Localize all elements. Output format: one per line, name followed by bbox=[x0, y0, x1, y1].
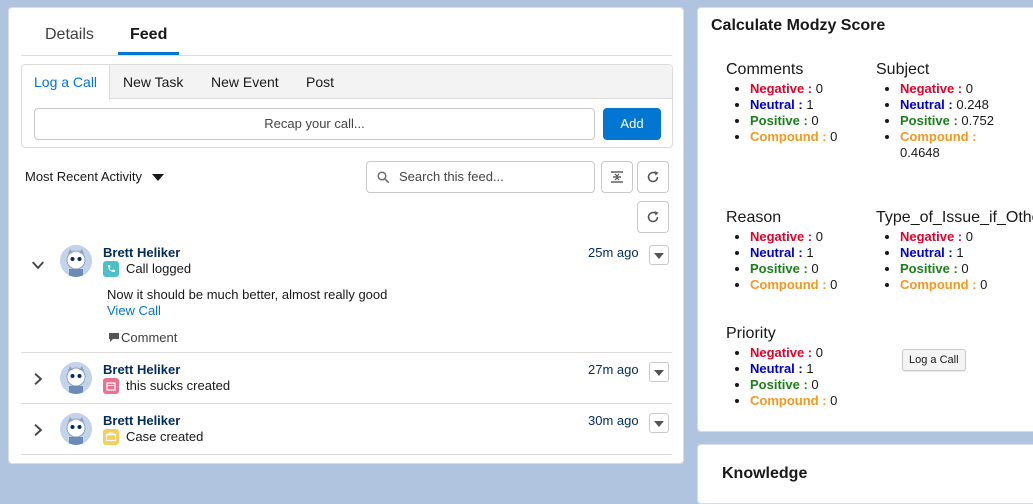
author-link[interactable]: Brett Heliker bbox=[103, 245, 180, 260]
sort-dropdown[interactable]: Most Recent Activity bbox=[25, 169, 165, 184]
avatar[interactable] bbox=[60, 362, 92, 394]
feed-panel: Details Feed Log a Call New Task New Eve… bbox=[8, 7, 684, 464]
tab-new-task[interactable]: New Task bbox=[111, 65, 195, 99]
negative-score: Negative : 0 bbox=[750, 81, 837, 97]
neutral-score: Neutral : 1 bbox=[900, 245, 1033, 261]
activity-type-text: this sucks created bbox=[126, 378, 231, 393]
caret-down-icon bbox=[152, 174, 165, 182]
positive-score: Positive : 0 bbox=[900, 261, 1033, 277]
timestamp-link[interactable]: 30m ago bbox=[588, 413, 639, 428]
log-a-call-button[interactable]: Log a Call bbox=[902, 349, 966, 371]
publisher: Log a Call New Task New Event Post Recap… bbox=[21, 64, 673, 148]
timestamp-link[interactable]: 27m ago bbox=[588, 362, 639, 377]
tab-details[interactable]: Details bbox=[33, 26, 106, 54]
metric-name: Subject bbox=[876, 61, 930, 78]
metric-name: Type_of_Issue_if_Other bbox=[876, 209, 1033, 226]
refresh-feed-button[interactable] bbox=[637, 201, 669, 233]
feed-body-text: Now it should be much better, almost rea… bbox=[107, 287, 388, 302]
comment-icon bbox=[109, 333, 119, 342]
negative-score: Negative : 0 bbox=[900, 229, 1033, 245]
panel-title: Knowledge bbox=[722, 465, 808, 482]
astro-avatar-icon bbox=[60, 245, 92, 277]
metric-priority: Priority Negative : 0 Neutral : 1 Positi… bbox=[726, 325, 837, 409]
neutral-score: Neutral : 1 bbox=[750, 361, 837, 377]
metric-name: Priority bbox=[726, 325, 776, 342]
neutral-score: Neutral : 1 bbox=[750, 245, 837, 261]
astro-avatar-icon bbox=[60, 413, 92, 445]
refresh-icon bbox=[647, 171, 659, 183]
tab-post[interactable]: Post bbox=[294, 65, 346, 99]
tab-new-event[interactable]: New Event bbox=[199, 65, 291, 99]
positive-score: Positive : 0 bbox=[750, 261, 837, 277]
caret-down-icon bbox=[654, 253, 664, 259]
activity-type-text: Call logged bbox=[126, 261, 192, 276]
negative-score: Negative : 0 bbox=[900, 81, 1002, 97]
astro-avatar-icon bbox=[60, 362, 92, 394]
metric-type-of-issue: Type_of_Issue_if_Other Negative : 0 Neut… bbox=[876, 209, 1033, 293]
tab-feed[interactable]: Feed bbox=[118, 26, 180, 55]
positive-score: Positive : 0 bbox=[750, 377, 837, 393]
metric-name: Reason bbox=[726, 209, 782, 226]
item-menu-button[interactable] bbox=[649, 413, 669, 433]
item-menu-button[interactable] bbox=[649, 362, 669, 382]
record-tabs: Details Feed bbox=[21, 8, 672, 56]
avatar[interactable] bbox=[60, 413, 92, 445]
compound-score: Compound : 0.4648 bbox=[900, 129, 1002, 161]
refresh-icon bbox=[647, 211, 659, 223]
compound-score: Compound : 0 bbox=[900, 277, 1033, 293]
view-call-link[interactable]: View Call bbox=[107, 303, 161, 318]
compound-score: Compound : 0 bbox=[750, 277, 837, 293]
search-placeholder: Search this feed... bbox=[399, 169, 504, 184]
comment-button[interactable]: Comment bbox=[107, 330, 177, 345]
feed-search-input[interactable]: Search this feed... bbox=[366, 161, 595, 193]
search-icon bbox=[377, 171, 389, 183]
chevron-right-icon[interactable] bbox=[31, 423, 45, 437]
neutral-score: Neutral : 0.248 bbox=[900, 97, 1002, 113]
feed-item: Brett Heliker this sucks created 27m ago bbox=[21, 353, 672, 404]
compound-score: Compound : 0 bbox=[750, 393, 837, 409]
timestamp-link[interactable]: 25m ago bbox=[588, 245, 639, 260]
comment-label: Comment bbox=[121, 330, 178, 345]
positive-score: Positive : 0 bbox=[750, 113, 837, 129]
recap-input[interactable]: Recap your call... bbox=[34, 108, 595, 140]
caret-down-icon bbox=[654, 421, 664, 427]
case-icon bbox=[103, 429, 119, 445]
activity-type-text: Case created bbox=[126, 429, 204, 444]
metric-subject: Subject Negative : 0 Neutral : 0.248 Pos… bbox=[876, 61, 1002, 161]
refresh-button[interactable] bbox=[637, 161, 669, 193]
chevron-right-icon[interactable] bbox=[31, 372, 45, 386]
positive-score: Positive : 0.752 bbox=[900, 113, 1002, 129]
add-button[interactable]: Add bbox=[603, 108, 661, 140]
filter-button[interactable] bbox=[601, 161, 633, 193]
avatar[interactable] bbox=[60, 245, 92, 277]
caret-down-icon bbox=[654, 370, 664, 376]
tab-log-a-call[interactable]: Log a Call bbox=[22, 65, 111, 100]
event-icon bbox=[103, 378, 119, 394]
panel-title: Calculate Modzy Score bbox=[711, 17, 886, 34]
neutral-score: Neutral : 1 bbox=[750, 97, 837, 113]
knowledge-panel: Knowledge bbox=[697, 444, 1033, 504]
author-link[interactable]: Brett Heliker bbox=[103, 413, 180, 428]
publisher-tabs: Log a Call New Task New Event Post bbox=[22, 65, 672, 100]
modzy-score-panel: Calculate Modzy Score Comments Negative … bbox=[697, 7, 1033, 432]
metric-name: Comments bbox=[726, 61, 804, 78]
compound-score: Compound : 0 bbox=[750, 129, 837, 145]
call-icon bbox=[103, 261, 119, 277]
feed-item: Brett Heliker Case created 30m ago bbox=[21, 404, 672, 455]
negative-score: Negative : 0 bbox=[750, 345, 837, 361]
feed-item: Brett Heliker Call logged 25m ago Now it… bbox=[21, 236, 672, 353]
collapse-icon bbox=[611, 171, 623, 183]
chevron-down-icon[interactable] bbox=[31, 258, 45, 272]
metric-reason: Reason Negative : 0 Neutral : 1 Positive… bbox=[726, 209, 837, 293]
metric-comments: Comments Negative : 0 Neutral : 1 Positi… bbox=[726, 61, 837, 145]
sort-label: Most Recent Activity bbox=[25, 169, 143, 184]
author-link[interactable]: Brett Heliker bbox=[103, 362, 180, 377]
negative-score: Negative : 0 bbox=[750, 229, 837, 245]
item-menu-button[interactable] bbox=[649, 245, 669, 265]
